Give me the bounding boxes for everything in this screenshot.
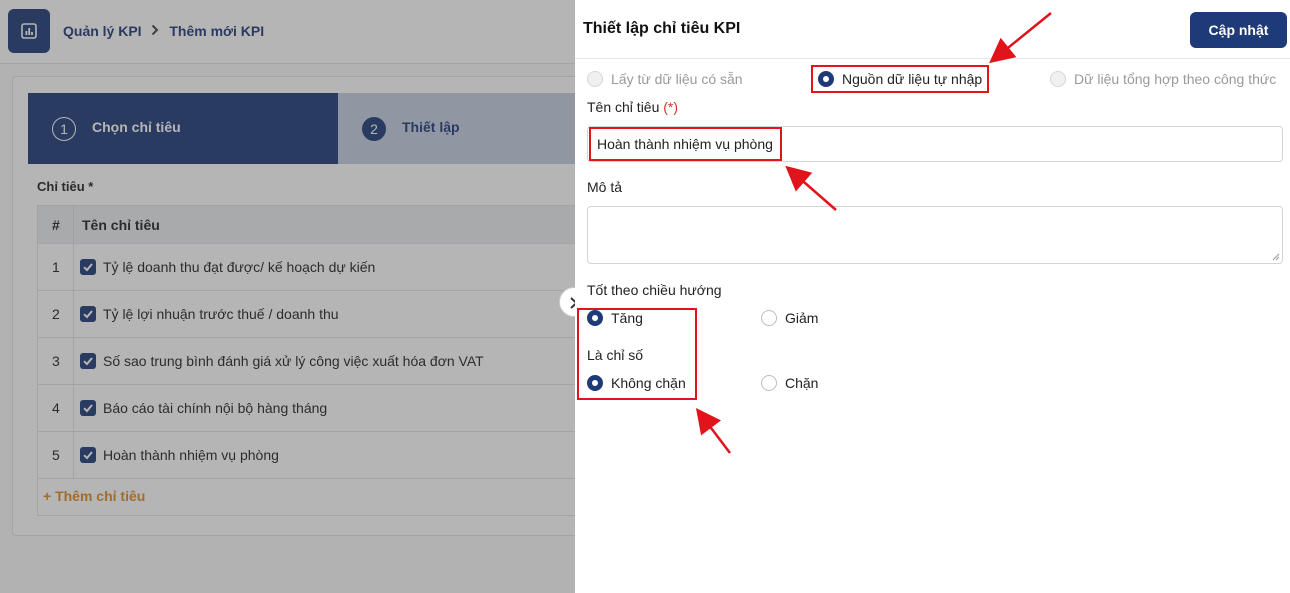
radio-label: Giảm — [785, 310, 819, 326]
description-textarea[interactable] — [587, 206, 1283, 264]
update-button[interactable]: Cập nhật — [1190, 12, 1287, 48]
radio-source-existing[interactable]: Lấy từ dữ liệu có sẵn — [587, 71, 743, 87]
radio-button — [761, 375, 777, 391]
description-label: Mô tả — [587, 179, 623, 195]
required-mark: (*) — [663, 99, 679, 115]
highlight-direction-cap — [577, 308, 697, 400]
radio-source-formula[interactable]: Dữ liệu tổng hợp theo công thức — [1050, 71, 1276, 87]
radio-direction-decrease[interactable]: Giảm — [761, 310, 818, 326]
drawer-divider — [575, 58, 1290, 59]
radio-button — [587, 71, 603, 87]
radio-label: Lấy từ dữ liệu có sẵn — [611, 71, 743, 87]
radio-label: Chặn — [785, 375, 819, 391]
radio-cap-capped[interactable]: Chặn — [761, 375, 818, 391]
direction-label: Tốt theo chiều hướng — [587, 282, 722, 298]
modal-backdrop[interactable] — [0, 0, 575, 593]
radio-button — [761, 310, 777, 326]
kpi-name-label: Tên chỉ tiêu (*) — [587, 99, 679, 115]
radio-button — [1050, 71, 1066, 87]
radio-label: Dữ liệu tổng hợp theo công thức — [1074, 71, 1277, 87]
drawer-title: Thiết lập chỉ tiêu KPI — [583, 20, 741, 37]
highlight-kpi-name — [589, 127, 782, 161]
resize-handle-icon — [1272, 253, 1280, 261]
highlight-source-manual — [811, 65, 989, 93]
